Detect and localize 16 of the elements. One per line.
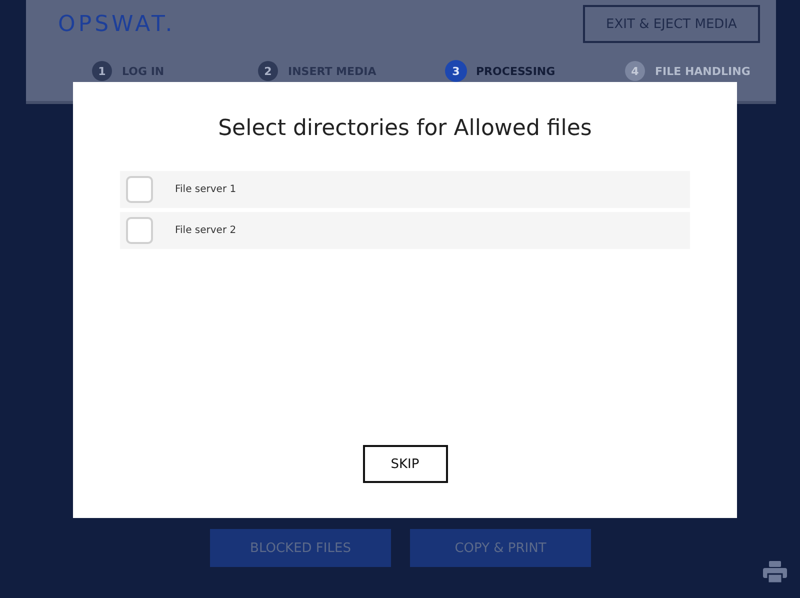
step-number: 3 — [446, 61, 466, 81]
step-number: 2 — [258, 61, 278, 81]
directory-label: File server 2 — [175, 225, 236, 236]
checkbox[interactable] — [126, 176, 153, 203]
checkbox[interactable] — [126, 217, 153, 244]
printer-icon[interactable] — [763, 561, 787, 583]
directory-row[interactable]: File server 2 — [120, 212, 690, 249]
step-number: 1 — [92, 61, 112, 81]
directory-row[interactable]: File server 1 — [120, 171, 690, 208]
skip-button[interactable]: SKIP — [362, 445, 448, 483]
step-number: 4 — [625, 61, 645, 81]
step-label: FILE HANDLING — [655, 64, 750, 78]
logo: OPSWAT. — [58, 12, 176, 36]
step-label: PROCESSING — [476, 64, 556, 78]
dialog-title: Select directories for Allowed files — [218, 116, 592, 141]
directory-label: File server 1 — [175, 184, 236, 195]
